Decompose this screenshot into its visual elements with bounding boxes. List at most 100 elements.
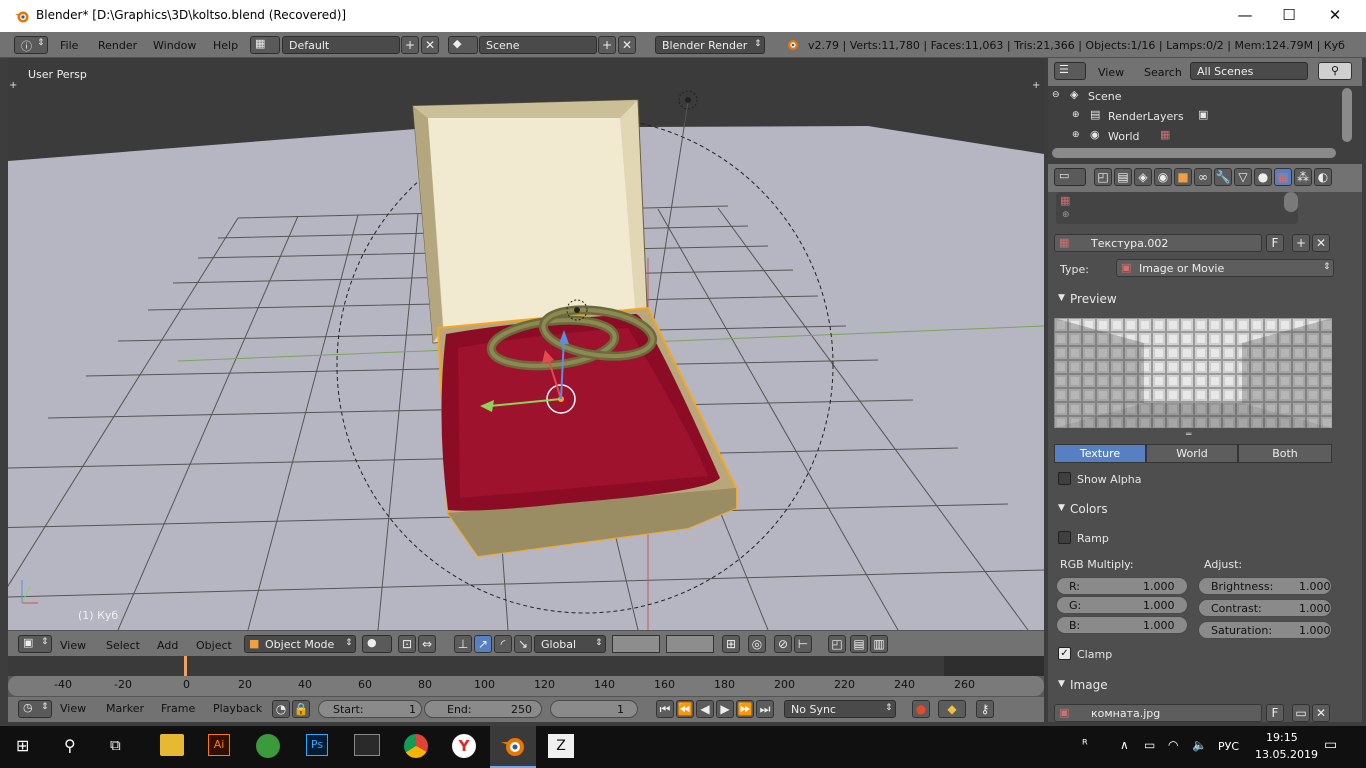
menu-frame[interactable]: Frame xyxy=(161,702,195,715)
mode-select[interactable]: ■ Object Mode ⇕ xyxy=(244,635,356,653)
yandex-browser-icon[interactable]: Y xyxy=(452,734,476,758)
scene-select[interactable]: Scene xyxy=(479,36,597,54)
translate-manipulator-button[interactable]: ↗ xyxy=(474,635,492,653)
add-scene-button[interactable]: + xyxy=(598,36,616,54)
physics-tab-icon[interactable]: ◐ xyxy=(1314,168,1332,186)
record-button[interactable]: ● xyxy=(912,700,930,718)
battery-icon[interactable]: ▭ xyxy=(1144,738,1155,752)
outliner-horizontal-scrollbar[interactable] xyxy=(1052,148,1336,158)
expand-world-icon[interactable]: ⊕ xyxy=(1072,130,1080,140)
menu-window[interactable]: Window xyxy=(153,39,196,52)
end-frame-field[interactable]: End: 250 xyxy=(424,700,542,718)
remove-scene-button[interactable]: ✕ xyxy=(618,36,636,54)
download-manager-icon[interactable] xyxy=(256,734,280,758)
keying-set-button[interactable]: ◆ xyxy=(938,700,966,718)
current-frame-marker[interactable] xyxy=(184,656,187,676)
preview-tab-world[interactable]: World xyxy=(1146,444,1238,463)
next-keyframe-button[interactable]: ⏩ xyxy=(736,700,754,718)
close-window-button[interactable]: ✕ xyxy=(1312,0,1358,32)
preview-tab-texture[interactable]: Texture xyxy=(1054,444,1146,463)
current-frame-field[interactable]: 1 xyxy=(550,700,638,718)
animation-render-button[interactable]: ▥ xyxy=(870,635,888,653)
brightness-field[interactable]: Brightness: 1.000 xyxy=(1198,577,1332,595)
menu-select[interactable]: Select xyxy=(106,639,140,652)
jump-start-button[interactable]: ⏮ xyxy=(656,700,674,718)
timeline-ruler[interactable] xyxy=(8,676,1044,696)
render-tab-icon[interactable]: ◰ xyxy=(1094,168,1112,186)
wifi-icon[interactable]: ◠ xyxy=(1168,738,1178,752)
clamp-checkbox[interactable]: ✓ xyxy=(1058,647,1071,660)
editor-type-properties-button[interactable]: ▭ xyxy=(1054,168,1086,186)
scene-type-button[interactable]: ◆ xyxy=(448,36,478,54)
menu-add[interactable]: Add xyxy=(157,639,178,652)
rotate-manipulator-button[interactable]: ◜ xyxy=(494,635,512,653)
expand-renderlayers-icon[interactable]: ⊕ xyxy=(1072,110,1080,120)
menu-marker[interactable]: Marker xyxy=(106,702,144,715)
menu-view[interactable]: View xyxy=(60,702,86,715)
add-layout-button[interactable]: + xyxy=(401,36,419,54)
start-windows-icon[interactable]: ⊞ xyxy=(16,736,29,755)
collapse-scene-icon[interactable]: ⊖ xyxy=(1052,90,1060,100)
minimize-button[interactable]: — xyxy=(1222,0,1268,32)
editor-type-info-button[interactable]: ⓘ ⇕ xyxy=(14,36,48,54)
display-mode-select[interactable]: All Scenes xyxy=(1190,62,1308,80)
fake-user-button[interactable]: F xyxy=(1266,234,1284,252)
menu-search[interactable]: Search xyxy=(1144,66,1182,79)
sync-mode-select[interactable]: No Sync ⇕ xyxy=(784,700,896,718)
play-reverse-button[interactable]: ◀ xyxy=(696,700,714,718)
render-preview-button[interactable]: ◰ xyxy=(828,635,846,653)
search-icon[interactable]: ⚲ xyxy=(1318,62,1352,80)
render-engine-select[interactable]: Blender Render ⇕ xyxy=(655,36,765,54)
render-layers-tab-icon[interactable]: ▤ xyxy=(1114,168,1132,186)
task-view-icon[interactable]: ⧉ xyxy=(110,736,121,754)
editor-type-outliner-button[interactable]: ☰ xyxy=(1054,62,1086,80)
3d-viewport[interactable]: User Persp (1) Куб + + xyxy=(8,58,1044,630)
prev-keyframe-button[interactable]: ⏪ xyxy=(676,700,694,718)
add-slot-icon[interactable]: ⊕ xyxy=(1062,210,1070,220)
preview-resize-handle[interactable]: ═ xyxy=(1186,430,1191,440)
ramp-checkbox[interactable] xyxy=(1058,531,1071,544)
menu-file[interactable]: File xyxy=(60,39,78,52)
new-texture-button[interactable]: + xyxy=(1292,234,1310,252)
outliner-item-world[interactable]: World xyxy=(1108,130,1140,143)
contrast-field[interactable]: Contrast: 1.000 xyxy=(1198,599,1332,617)
timeline-keyframe-strip[interactable] xyxy=(8,656,1044,676)
layers-grid-1[interactable] xyxy=(612,635,660,653)
clock-time[interactable]: 19:15 xyxy=(1266,731,1298,744)
properties-toggle-icon[interactable]: + xyxy=(1032,80,1040,91)
snap-toggle-button[interactable]: ⊘ xyxy=(774,635,792,653)
menu-playback[interactable]: Playback xyxy=(213,702,262,715)
scale-manipulator-button[interactable]: ↘ xyxy=(514,635,532,653)
slot-list-scrollbar[interactable] xyxy=(1284,192,1298,212)
chrome-icon[interactable] xyxy=(404,734,428,758)
properties-scrollbar[interactable] xyxy=(1344,194,1354,714)
image-name-field[interactable]: ▣ комната.jpg xyxy=(1054,704,1262,722)
open-image-button[interactable]: ▭ xyxy=(1292,704,1310,722)
saturation-field[interactable]: Saturation: 1.000 xyxy=(1198,621,1332,639)
search-icon[interactable]: ⚲ xyxy=(64,736,76,755)
scene-tab-icon[interactable]: ◈ xyxy=(1134,168,1152,186)
constraints-tab-icon[interactable]: ∞ xyxy=(1194,168,1212,186)
menu-help[interactable]: Help xyxy=(213,39,238,52)
menu-render[interactable]: Render xyxy=(98,39,137,52)
clock-date[interactable]: 13.05.2019 xyxy=(1255,748,1318,761)
preview-tab-both[interactable]: Both xyxy=(1238,444,1332,463)
snap-element-button[interactable]: ⊢ xyxy=(794,635,812,653)
unlink-image-button[interactable]: ✕ xyxy=(1312,704,1330,722)
outliner-item-scene[interactable]: Scene xyxy=(1088,90,1122,103)
world-tab-icon[interactable]: ◉ xyxy=(1154,168,1172,186)
r-multiply-field[interactable]: R: 1.000 xyxy=(1056,577,1188,595)
lock-frame-button[interactable]: 🔒 xyxy=(292,700,310,718)
volume-icon[interactable]: 🔈 xyxy=(1192,738,1207,752)
illustrator-icon[interactable]: Ai xyxy=(208,734,230,756)
shading-select[interactable]: ● xyxy=(362,635,392,653)
photoshop-icon[interactable]: Ps xyxy=(306,734,328,756)
remove-layout-button[interactable]: ✕ xyxy=(421,36,439,54)
lock-layers-button[interactable]: ⊞ xyxy=(722,635,740,653)
zbrush-icon[interactable]: Z xyxy=(548,734,574,758)
image-fake-user-button[interactable]: F xyxy=(1266,704,1284,722)
g-multiply-field[interactable]: G: 1.000 xyxy=(1056,596,1188,614)
modifiers-tab-icon[interactable]: 🔧 xyxy=(1214,168,1232,186)
maximize-button[interactable]: ☐ xyxy=(1266,0,1312,32)
outliner-vertical-scrollbar[interactable] xyxy=(1342,88,1352,142)
